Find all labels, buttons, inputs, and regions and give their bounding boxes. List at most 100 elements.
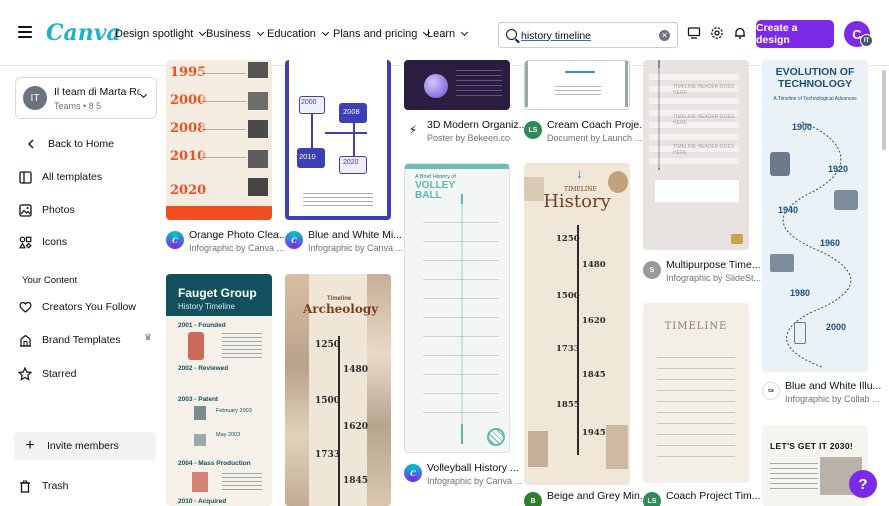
illustration xyxy=(194,434,206,446)
nav-business[interactable]: Business xyxy=(206,28,264,40)
artifact-image xyxy=(528,431,548,467)
back-to-home[interactable]: Back to Home xyxy=(24,137,114,151)
hist-year: 1480 xyxy=(582,260,606,270)
template-thumbnail-multipurpose[interactable]: TIMELINE HEADER GOES HERE TIMELINE HEADE… xyxy=(643,60,749,250)
template-info-3d-modern: ⚡ 3D Modern Organiz... Poster by Bekeen.… xyxy=(404,119,527,149)
nav-plans-and-pricing[interactable]: Plans and pricing xyxy=(333,28,431,40)
top-bar: Canva Design spotlight Business Educatio… xyxy=(0,0,889,66)
your-content-label: Your Content xyxy=(22,275,78,286)
evol-year: 1980 xyxy=(790,288,811,298)
template-thumbnail-volleyball[interactable]: A Brief History of VOLLEY BALL xyxy=(404,163,510,453)
template-title[interactable]: Orange Photo Clea... xyxy=(189,229,288,241)
arch-title: Archeology xyxy=(303,302,379,316)
template-title[interactable]: Multipurpose Time... xyxy=(666,259,761,271)
template-thumbnail-3d-modern[interactable] xyxy=(404,60,510,110)
sidebar-item-creators-you-follow[interactable]: Creators You Follow xyxy=(18,300,136,314)
evol-sub: A Timeline of Technological Advances xyxy=(773,96,857,102)
chevron-down-icon xyxy=(321,28,329,37)
clear-search-icon[interactable]: ✕ xyxy=(659,30,670,41)
image-icon xyxy=(18,203,32,217)
year-2008: 2008 xyxy=(170,121,207,136)
photo xyxy=(248,92,268,110)
canva-logo[interactable]: Canva xyxy=(46,20,121,46)
volleyball-icon xyxy=(487,428,505,446)
hist-year: 1500 xyxy=(556,291,580,301)
text-lines xyxy=(423,204,499,424)
template-title[interactable]: Blue and White Mi... xyxy=(308,229,402,241)
artifact-image xyxy=(606,425,628,469)
template-thumbnail-coach-project[interactable]: TIMELINE xyxy=(643,303,749,483)
bell-icon[interactable] xyxy=(733,26,747,40)
create-design-button[interactable]: Create a design xyxy=(756,20,834,48)
blue-year: 2010 xyxy=(299,152,316,161)
year-2020: 2020 xyxy=(170,183,207,198)
text-lines xyxy=(770,459,818,489)
projector-illustration xyxy=(770,152,790,176)
menu-icon[interactable] xyxy=(18,26,32,38)
template-thumbnail-archeology[interactable]: Timeline Archeology 1250 1480 1500 1620 … xyxy=(285,274,391,506)
hist-year: 1733 xyxy=(556,344,580,354)
nav-education[interactable]: Education xyxy=(267,28,329,40)
search-box: ✕ xyxy=(498,22,678,48)
fauget-item: 2004 - Mass Production xyxy=(178,460,251,467)
nav-learn[interactable]: Learn xyxy=(427,28,469,40)
chevron-down-icon xyxy=(256,28,264,37)
hist-year: 1250 xyxy=(556,234,580,244)
template-subtitle: Infographic by Canva ... xyxy=(308,243,404,253)
sphere xyxy=(424,74,448,98)
help-button[interactable]: ? xyxy=(849,470,877,498)
sidebar-item-starred[interactable]: Starred xyxy=(18,367,76,381)
template-title[interactable]: Beige and Grey Min... xyxy=(547,490,649,502)
template-info-evolution: cs Blue and White Illu... Infographic by… xyxy=(762,380,882,410)
text-lines xyxy=(456,66,502,96)
monitor-icon[interactable] xyxy=(687,26,701,40)
search-input[interactable] xyxy=(521,27,651,44)
sidebar-item-icons[interactable]: Icons xyxy=(18,235,67,249)
template-title[interactable]: Volleyball History ... xyxy=(427,462,519,474)
team-badge: IT xyxy=(860,34,873,47)
text-lines xyxy=(555,83,601,97)
fauget-side: February 2003 xyxy=(216,408,252,414)
arch-year: 1620 xyxy=(343,422,369,432)
evol-year: 2000 xyxy=(826,322,847,332)
template-title[interactable]: Coach Project Tim... xyxy=(666,490,761,502)
coach-title: TIMELINE xyxy=(664,321,728,332)
arch-year: 1500 xyxy=(315,396,341,406)
template-thumbnail-history[interactable]: ↓ TIMELINE History 1250 1480 1500 1620 1… xyxy=(524,163,630,485)
sidebar-item-photos[interactable]: Photos xyxy=(18,203,75,217)
connector xyxy=(353,123,355,156)
top-stripe xyxy=(405,164,509,169)
template-thumbnail-cream-coach[interactable] xyxy=(524,60,630,110)
template-thumbnail-blue-white[interactable]: 2000 2008 2010 2020 xyxy=(285,60,391,220)
crown-icon xyxy=(731,234,743,244)
template-info-blue-white: Blue and White Mi... Infographic by Canv… xyxy=(285,229,403,259)
invite-members-button[interactable]: + Invite members xyxy=(14,432,156,460)
sidebar-item-trash[interactable]: Trash xyxy=(18,479,68,493)
sidebar-item-all-templates[interactable]: All templates xyxy=(18,170,102,184)
scrollbar[interactable] xyxy=(882,70,886,150)
fauget-item: 2003 - Patent xyxy=(178,396,219,403)
template-info-volleyball: Volleyball History ... Infographic by Ca… xyxy=(404,462,522,492)
text-lines xyxy=(202,68,246,168)
template-thumbnail-fauget[interactable]: Fauget Group History Timeline 2001 - Fou… xyxy=(166,274,272,506)
team-switcher[interactable]: IT Il team di Marta Ro... Teams • 8 5 xyxy=(15,77,157,119)
year-2010: 2010 xyxy=(170,149,207,164)
computer-illustration xyxy=(770,254,794,272)
template-subtitle: Infographic by Collab ... xyxy=(785,394,880,404)
template-title[interactable]: Cream Coach Proje... xyxy=(547,119,648,131)
gear-icon[interactable] xyxy=(710,26,724,40)
template-thumbnail-evolution[interactable]: EVOLUTION OF TECHNOLOGY A Timeline of Te… xyxy=(762,60,868,372)
template-title[interactable]: 3D Modern Organiz... xyxy=(427,119,527,131)
shapes-icon xyxy=(18,235,32,249)
connector xyxy=(325,132,367,134)
team-name: Il team di Marta Ro... xyxy=(54,86,140,98)
template-title[interactable]: Blue and White Illu... xyxy=(785,380,881,392)
text-lines xyxy=(657,347,735,467)
building-icon xyxy=(18,333,32,347)
hist-year: 1845 xyxy=(582,370,606,380)
heart-icon xyxy=(18,300,32,314)
template-thumbnail-orange[interactable]: 1995 2000 2008 2010 2020 xyxy=(166,60,272,220)
sidebar-item-brand-templates[interactable]: Brand Templates ♛ xyxy=(18,332,152,347)
nav-design-spotlight[interactable]: Design spotlight xyxy=(115,28,207,40)
template-subtitle: Poster by Bekeen.co xyxy=(427,133,511,143)
